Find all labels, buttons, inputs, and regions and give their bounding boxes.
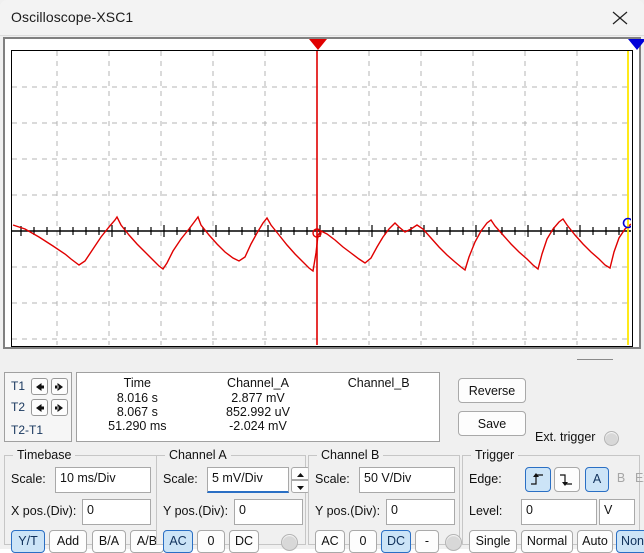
grid-horizontal <box>12 86 631 340</box>
scope-display-frame: 1 2 <box>3 37 644 349</box>
readout-time-1: 8.016 s <box>116 391 158 405</box>
trace-channel-a <box>12 215 631 273</box>
trigger-mode-single[interactable]: Single <box>469 530 517 553</box>
title-bar: Oscilloscope-XSC1 <box>0 0 644 36</box>
trigger-title: Trigger <box>471 448 519 462</box>
cursor-delta-label: T2-T1 <box>11 423 44 437</box>
reverse-button[interactable]: Reverse <box>458 378 526 403</box>
channel-b-coupling-ac[interactable]: AC <box>315 530 345 553</box>
timebase-mode-ba[interactable]: B/A <box>92 530 126 553</box>
table-row: 8.067 s 852.992 uV <box>77 405 439 419</box>
oscilloscope-window: Oscilloscope-XSC1 1 2 <box>0 0 644 553</box>
measurement-readout: Time Channel_A Channel_B 8.016 s 2.877 m… <box>76 372 440 442</box>
readout-header-time: Time <box>123 376 151 390</box>
cursor-t2-label: T2 <box>11 400 26 414</box>
channel-a-scale-label: Scale: <box>163 472 198 486</box>
trigger-mode-none[interactable]: None <box>616 530 644 553</box>
channel-a-terminal[interactable] <box>281 534 298 551</box>
readout-channel-a-3: -2.024 mV <box>229 419 287 433</box>
channel-b-terminal[interactable] <box>445 534 462 551</box>
arrow-right-icon <box>55 383 63 391</box>
chevron-up-icon <box>297 473 304 477</box>
cursor-t1-label: T1 <box>11 379 26 393</box>
readout-table: Time Channel_A Channel_B 8.016 s 2.877 m… <box>77 375 439 433</box>
cursor-2-number: 2 <box>637 39 644 48</box>
channel-a-ypos-input[interactable]: 0 <box>234 499 303 525</box>
cursor-1-number: 1 <box>324 39 330 48</box>
readout-channel-b-2 <box>318 405 439 419</box>
timebase-scale-label: Scale: <box>11 472 46 486</box>
channel-b-scale-input[interactable]: 50 V/Div <box>359 467 455 493</box>
readout-header-row: Time Channel_A Channel_B <box>77 375 439 391</box>
channel-b-ypos-label: Y pos.(Div): <box>315 504 381 518</box>
cursor-control-panel: T1 T2 T2-T1 <box>4 372 72 442</box>
cursor-marker-strip: 1 2 <box>5 39 644 50</box>
channel-b-group: Channel B Scale: 50 V/Div Y pos.(Div): 0… <box>308 448 462 553</box>
close-button[interactable] <box>598 0 644 36</box>
arrow-left-icon <box>36 383 44 391</box>
waveform-plot[interactable] <box>11 50 633 347</box>
timebase-xpos-label: X pos.(Div): <box>11 504 77 518</box>
channel-a-coupling-gnd[interactable]: 0 <box>197 530 225 553</box>
timebase-mode-yt[interactable]: Y/T <box>11 530 45 553</box>
cursor-1-flag[interactable]: 1 <box>309 39 329 50</box>
chevron-down-icon <box>297 486 304 490</box>
table-row: 8.016 s 2.877 mV <box>77 391 439 405</box>
channel-b-ypos-input[interactable]: 0 <box>386 499 455 525</box>
panel-resize-grip[interactable] <box>577 359 613 360</box>
timebase-scale-input[interactable]: 10 ms/Div <box>55 467 151 493</box>
channel-b-coupling-none[interactable]: - <box>415 530 439 553</box>
readout-channel-b-3 <box>318 419 439 433</box>
cursor-t1-left-button[interactable] <box>31 378 48 395</box>
trigger-level-label: Level: <box>469 504 503 518</box>
cursor-t1-right-button[interactable] <box>51 378 68 395</box>
ext-trigger-terminal[interactable] <box>604 431 619 446</box>
arrow-left-icon <box>36 404 44 412</box>
trigger-edge-falling-button[interactable] <box>554 467 580 492</box>
readout-time-2: 8.067 s <box>116 405 158 419</box>
cursor-t2-left-button[interactable] <box>31 399 48 416</box>
channel-a-ypos-label: Y pos.(Div): <box>163 504 229 518</box>
waveform-svg <box>12 51 631 345</box>
trigger-source-b[interactable]: B <box>611 467 631 492</box>
channel-b-coupling-gnd[interactable]: 0 <box>349 530 377 553</box>
scope-display: 1 2 <box>5 39 644 347</box>
channel-b-coupling-dc[interactable]: DC <box>381 530 411 553</box>
trigger-source-ext[interactable]: Ext <box>631 467 644 492</box>
readout-channel-b-1 <box>318 391 439 405</box>
close-icon <box>612 11 628 25</box>
edge-rising-icon <box>531 473 543 485</box>
channel-b-title: Channel B <box>317 448 384 462</box>
timebase-xpos-input[interactable]: 0 <box>82 499 151 525</box>
channel-a-coupling-ac[interactable]: AC <box>163 530 193 553</box>
arrow-right-icon <box>55 404 63 412</box>
save-button[interactable]: Save <box>458 411 526 436</box>
trigger-level-input[interactable]: 0 <box>521 499 597 525</box>
ext-trigger-label: Ext. trigger <box>535 430 596 444</box>
trigger-mode-auto[interactable]: Auto <box>577 530 613 553</box>
channel-a-coupling-dc[interactable]: DC <box>229 530 259 553</box>
trigger-edge-label: Edge: <box>469 472 502 486</box>
channel-a-scale-input[interactable]: 5 mV/Div <box>207 467 289 493</box>
timebase-title: Timebase <box>13 448 76 462</box>
readout-header-channel-b: Channel_B <box>347 376 410 390</box>
trigger-level-unit[interactable]: V <box>599 499 635 525</box>
readout-channel-a-1: 2.877 mV <box>231 391 285 405</box>
channel-b-scale-label: Scale: <box>315 472 350 486</box>
edge-falling-icon <box>560 474 572 486</box>
trigger-mode-normal[interactable]: Normal <box>521 530 573 553</box>
timebase-mode-add[interactable]: Add <box>49 530 87 553</box>
channel-a-title: Channel A <box>165 448 231 462</box>
readout-channel-a-2: 852.992 uV <box>226 405 290 419</box>
trigger-edge-rising-button[interactable] <box>525 467 551 492</box>
window-title: Oscilloscope-XSC1 <box>11 9 134 25</box>
channel-a-group: Channel A Scale: 5 mV/Div Y pos.(Div): 0… <box>156 448 310 553</box>
readout-header-channel-a: Channel_A <box>227 376 289 390</box>
trigger-source-a[interactable]: A <box>585 467 609 492</box>
table-row: 51.290 ms -2.024 mV <box>77 419 439 433</box>
trigger-group: Trigger Edge: A B Ext Level: 0 V Single … <box>462 448 644 553</box>
cursor-t2-right-button[interactable] <box>51 399 68 416</box>
readout-time-3: 51.290 ms <box>108 419 167 433</box>
cursor-2-flag[interactable]: 2 <box>628 39 644 50</box>
